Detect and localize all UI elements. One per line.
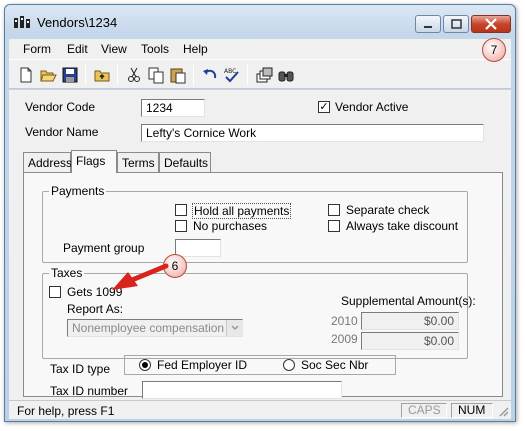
layers-icon[interactable] xyxy=(255,66,273,84)
minimize-icon xyxy=(424,26,432,28)
supplemental-amounts-label: Supplemental Amount(s): xyxy=(341,294,476,308)
status-help-text: For help, press F1 xyxy=(17,404,115,418)
open-icon[interactable] xyxy=(39,66,57,84)
title-bar[interactable]: Vendors\1234 xyxy=(5,5,515,39)
payments-group: Payments Hold all payments No purchases … xyxy=(42,184,468,263)
tax-id-number-label: Tax ID number xyxy=(50,384,129,398)
vendor-code-field[interactable]: 1234 xyxy=(141,99,205,117)
num-indicator: NUM xyxy=(451,403,493,418)
spellcheck-icon[interactable]: ABC xyxy=(223,66,241,84)
maximize-icon xyxy=(451,19,462,29)
resize-grip-icon[interactable] xyxy=(497,405,509,417)
dropdown-arrow[interactable] xyxy=(226,320,242,336)
report-as-value: Nonemployee compensation xyxy=(72,321,225,335)
menu-help[interactable]: Help xyxy=(183,42,208,56)
window-title: Vendors\1234 xyxy=(37,15,118,30)
always-take-discount-label: Always take discount xyxy=(346,219,459,233)
no-purchases-checkbox[interactable] xyxy=(175,220,187,232)
tab-terms[interactable]: Terms xyxy=(117,152,159,172)
vendor-active-checkbox[interactable]: ✓ xyxy=(318,101,330,113)
year-2009-label: 2009 xyxy=(331,332,358,346)
menu-edit[interactable]: Edit xyxy=(67,42,88,56)
tax-id-number-field[interactable] xyxy=(142,381,342,399)
separate-check-checkbox[interactable] xyxy=(328,204,340,216)
hold-all-payments-label: Hold all payments xyxy=(192,203,292,219)
vendor-active-label: Vendor Active xyxy=(335,100,409,114)
fed-employer-id-radio[interactable] xyxy=(139,359,151,371)
close-icon xyxy=(485,18,497,30)
maximize-button[interactable] xyxy=(443,15,469,33)
separate-check-label: Separate check xyxy=(346,203,430,217)
chevron-down-icon xyxy=(231,325,239,331)
red-arrow-icon xyxy=(112,263,169,290)
toolbar-separator xyxy=(247,65,248,85)
soc-sec-nbr-label: Soc Sec Nbr xyxy=(301,358,369,372)
menu-view[interactable]: View xyxy=(101,42,127,56)
caps-indicator: CAPS xyxy=(401,403,447,418)
tab-flags[interactable]: Flags xyxy=(71,150,117,173)
payment-group-label: Payment group xyxy=(63,241,145,255)
tax-id-type-group: Fed Employer ID Soc Sec Nbr xyxy=(124,355,396,375)
fed-employer-id-label: Fed Employer ID xyxy=(157,358,248,372)
menu-bar: Form Edit View Tools Help xyxy=(9,39,511,59)
undo-icon[interactable] xyxy=(201,66,219,84)
menu-form[interactable]: Form xyxy=(23,42,51,56)
vendors-window: Vendors\1234 Form Edit View Tools Help A… xyxy=(4,4,516,422)
save-icon[interactable] xyxy=(61,66,79,84)
vendor-name-label: Vendor Name xyxy=(25,125,99,139)
up-folder-icon[interactable] xyxy=(93,66,111,84)
new-icon[interactable] xyxy=(17,66,35,84)
toolbar-separator xyxy=(117,65,118,85)
svg-text:ABC: ABC xyxy=(224,68,236,75)
hold-all-payments-checkbox[interactable] xyxy=(175,204,187,216)
amount-2010-field[interactable]: $0.00 xyxy=(361,312,459,330)
report-as-label: Report As: xyxy=(67,302,124,316)
close-button[interactable] xyxy=(471,15,511,33)
paste-icon[interactable] xyxy=(169,66,187,84)
minimize-button[interactable] xyxy=(415,15,441,33)
report-as-dropdown[interactable]: Nonemployee compensation xyxy=(67,319,243,337)
copy-icon[interactable] xyxy=(147,66,165,84)
no-purchases-label: No purchases xyxy=(193,219,268,233)
toolbar-separator xyxy=(85,65,86,85)
year-2010-label: 2010 xyxy=(331,314,358,328)
always-take-discount-checkbox[interactable] xyxy=(328,220,340,232)
form-client-area: Vendor Code 1234 ✓ Vendor Active Vendor … xyxy=(9,90,511,400)
payment-group-field[interactable] xyxy=(175,239,221,257)
toolbar: ABC xyxy=(9,59,511,89)
toolbar-separator xyxy=(193,65,194,85)
flags-tab-panel: Payments Hold all payments No purchases … xyxy=(23,172,503,399)
payments-group-title: Payments xyxy=(49,184,107,198)
callout-7: 7 xyxy=(482,38,506,62)
tax-id-type-label: Tax ID type xyxy=(50,362,111,376)
menu-tools[interactable]: Tools xyxy=(141,42,169,56)
gets-1099-checkbox[interactable] xyxy=(49,286,61,298)
vendor-name-field[interactable]: Lefty's Cornice Work xyxy=(141,124,484,142)
tab-address[interactable]: Address xyxy=(23,152,72,172)
amount-2009-field[interactable]: $0.00 xyxy=(361,332,459,350)
soc-sec-nbr-radio[interactable] xyxy=(283,359,295,371)
tab-defaults[interactable]: Defaults xyxy=(159,152,211,172)
status-bar: For help, press F1 CAPS NUM xyxy=(9,400,511,419)
vendor-code-label: Vendor Code xyxy=(25,100,96,114)
find-icon[interactable] xyxy=(277,66,295,84)
app-icon xyxy=(14,16,30,28)
cut-icon[interactable] xyxy=(125,66,143,84)
taxes-group-title: Taxes xyxy=(49,266,85,280)
